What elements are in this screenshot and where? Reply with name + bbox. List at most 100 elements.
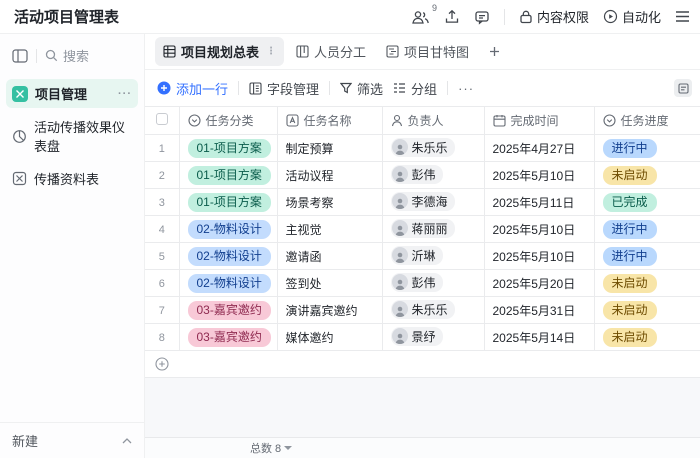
cell-owner[interactable]: 李德海 xyxy=(382,189,484,216)
item-more-icon[interactable]: ··· xyxy=(118,88,132,100)
owner-chip: 蒋丽丽 xyxy=(391,219,455,238)
column-header-owner[interactable]: 负责人 xyxy=(382,107,484,135)
cell-task-name[interactable]: 演讲嘉宾邀约 xyxy=(277,297,382,324)
group-button[interactable]: 分组 xyxy=(393,79,437,98)
cell-due-date[interactable]: 2025年5月20日 xyxy=(484,270,594,297)
cell-owner[interactable]: 朱乐乐 xyxy=(382,297,484,324)
column-header-category[interactable]: 任务分类 xyxy=(179,107,277,135)
cell-category[interactable]: 01-项目方案 xyxy=(179,189,277,216)
cell-task-name[interactable]: 场景考察 xyxy=(277,189,382,216)
cell-status[interactable]: 未启动 xyxy=(594,270,700,297)
table-row[interactable]: 8 03-嘉宾邀约媒体邀约景纾2025年5月14日未启动 xyxy=(145,324,700,351)
field-manage-button[interactable]: 字段管理 xyxy=(249,79,319,98)
cell-category[interactable]: 02-物料设计 xyxy=(179,216,277,243)
cell-category[interactable]: 02-物料设计 xyxy=(179,243,277,270)
view-tabbar: 项目规划总表 ⋮ 人员分工 项目甘特图 xyxy=(145,34,700,70)
toolbar-divider xyxy=(447,81,448,95)
owner-chip: 沂琳 xyxy=(391,246,443,265)
cell-category[interactable]: 02-物料设计 xyxy=(179,270,277,297)
row-number: 8 xyxy=(159,332,165,344)
table-row[interactable]: 402-物料设计主视觉蒋丽丽2025年5月10日进行中 xyxy=(145,216,700,243)
toolbar-more-button[interactable]: ··· xyxy=(458,81,474,96)
cell-owner[interactable]: 彭伟 xyxy=(382,162,484,189)
cell-due-date[interactable]: 2025年5月10日 xyxy=(484,216,594,243)
automation-button[interactable]: 自动化 xyxy=(603,7,661,26)
cell-due-date[interactable]: 2025年5月11日 xyxy=(484,189,594,216)
cell-task-name[interactable]: 制定预算 xyxy=(277,135,382,162)
tab-staff-assignment[interactable]: 人员分工 xyxy=(288,37,374,66)
cell-status[interactable]: 已完成 xyxy=(594,189,700,216)
menu-icon[interactable] xyxy=(675,10,690,23)
plus-circle-icon xyxy=(157,81,171,95)
cell-task-name[interactable]: 主视觉 xyxy=(277,216,382,243)
group-label: 分组 xyxy=(411,79,437,98)
share-icon[interactable] xyxy=(444,9,460,25)
cell-due-date[interactable]: 2025年5月10日 xyxy=(484,162,594,189)
column-header-due-date[interactable]: 完成时间 xyxy=(484,107,594,135)
table-row[interactable]: 502-物料设计邀请函沂琳2025年5月10日进行中 xyxy=(145,243,700,270)
select-all-checkbox[interactable] xyxy=(156,113,168,125)
owner-chip: 朱乐乐 xyxy=(391,300,455,319)
add-view-button[interactable] xyxy=(481,42,508,61)
tab-project-plan-table[interactable]: 项目规划总表 ⋮ xyxy=(155,37,284,66)
sidebar-item-dashboard[interactable]: 活动传播效果仪表盘 xyxy=(6,112,138,160)
calendar-field-icon xyxy=(493,114,506,127)
sidebar-toggle-icon[interactable] xyxy=(12,49,28,63)
form-view-button[interactable] xyxy=(674,79,692,97)
cell-category[interactable]: 01-项目方案 xyxy=(179,162,277,189)
cell-owner[interactable]: 蒋丽丽 xyxy=(382,216,484,243)
sidebar-top-divider xyxy=(36,49,37,63)
table-row[interactable]: 6 02-物料设计签到处彭伟2025年5月20日未启动 xyxy=(145,270,700,297)
cell-category[interactable]: 03-嘉宾邀约 xyxy=(179,297,277,324)
search-input[interactable]: 搜索 xyxy=(45,46,134,65)
cell-status[interactable]: 进行中 xyxy=(594,216,700,243)
cell-task-name[interactable]: 媒体邀约 xyxy=(277,324,382,351)
sidebar-item-label: 活动传播效果仪表盘 xyxy=(34,117,132,155)
cell-due-date[interactable]: 2025年5月14日 xyxy=(484,324,594,351)
members-icon[interactable]: 9 xyxy=(411,9,430,25)
cell-task-name[interactable]: 签到处 xyxy=(277,270,382,297)
tab-gantt-chart[interactable]: 项目甘特图 xyxy=(378,37,477,66)
cell-status[interactable]: 未启动 xyxy=(594,162,700,189)
content-permission-button[interactable]: 内容权限 xyxy=(519,7,589,26)
cell-owner[interactable]: 朱乐乐 xyxy=(382,135,484,162)
cell-due-date[interactable]: 2025年5月10日 xyxy=(484,243,594,270)
record-count-button[interactable]: 总数 8 xyxy=(250,440,292,456)
table-row[interactable]: 101-项目方案制定预算朱乐乐2025年4月27日进行中 xyxy=(145,135,700,162)
column-header-task-name[interactable]: 任务名称 xyxy=(277,107,382,135)
cell-task-name[interactable]: 邀请函 xyxy=(277,243,382,270)
table-row[interactable]: 301-项目方案场景考察李德海2025年5月11日已完成 xyxy=(145,189,700,216)
lock-icon xyxy=(519,9,533,24)
tab-kebab-icon[interactable]: ⋮ xyxy=(266,46,276,57)
sidebar-item-material-table[interactable]: 传播资料表 xyxy=(6,164,138,193)
add-row-inline-button[interactable] xyxy=(145,351,700,378)
comment-icon[interactable] xyxy=(474,9,490,25)
cell-task-name[interactable]: 活动议程 xyxy=(277,162,382,189)
avatar xyxy=(392,139,408,155)
sidebar: 搜索 项目管理 ··· 活动传播效果仪表盘 xyxy=(0,34,145,458)
cell-status[interactable]: 进行中 xyxy=(594,135,700,162)
cell-owner[interactable]: 景纾 xyxy=(382,324,484,351)
cell-category[interactable]: 03-嘉宾邀约 xyxy=(179,324,277,351)
cell-owner[interactable]: 沂琳 xyxy=(382,243,484,270)
table-row[interactable]: 703-嘉宾邀约演讲嘉宾邀约朱乐乐2025年5月31日未启动 xyxy=(145,297,700,324)
column-header-status[interactable]: 任务进度 xyxy=(594,107,700,135)
cell-status[interactable]: 进行中 xyxy=(594,243,700,270)
table-row[interactable]: 201-项目方案活动议程彭伟2025年5月10日未启动 xyxy=(145,162,700,189)
row-number: 6 xyxy=(159,278,165,290)
new-button[interactable]: 新建 xyxy=(0,422,144,458)
gantt-view-icon xyxy=(386,45,399,58)
sidebar-item-project-management[interactable]: 项目管理 ··· xyxy=(6,79,138,108)
cell-owner[interactable]: 彭伟 xyxy=(382,270,484,297)
cell-due-date[interactable]: 2025年4月27日 xyxy=(484,135,594,162)
cell-due-date[interactable]: 2025年5月31日 xyxy=(484,297,594,324)
status-tag: 未启动 xyxy=(603,328,657,347)
cell-category[interactable]: 01-项目方案 xyxy=(179,135,277,162)
cell-status[interactable]: 未启动 xyxy=(594,297,700,324)
avatar xyxy=(392,274,408,290)
filter-button[interactable]: 筛选 xyxy=(340,79,383,98)
toolbar-divider xyxy=(238,81,239,95)
add-row-button[interactable]: 添加一行 xyxy=(157,79,228,98)
cell-status[interactable]: 未启动 xyxy=(594,324,700,351)
search-placeholder: 搜索 xyxy=(63,46,89,65)
